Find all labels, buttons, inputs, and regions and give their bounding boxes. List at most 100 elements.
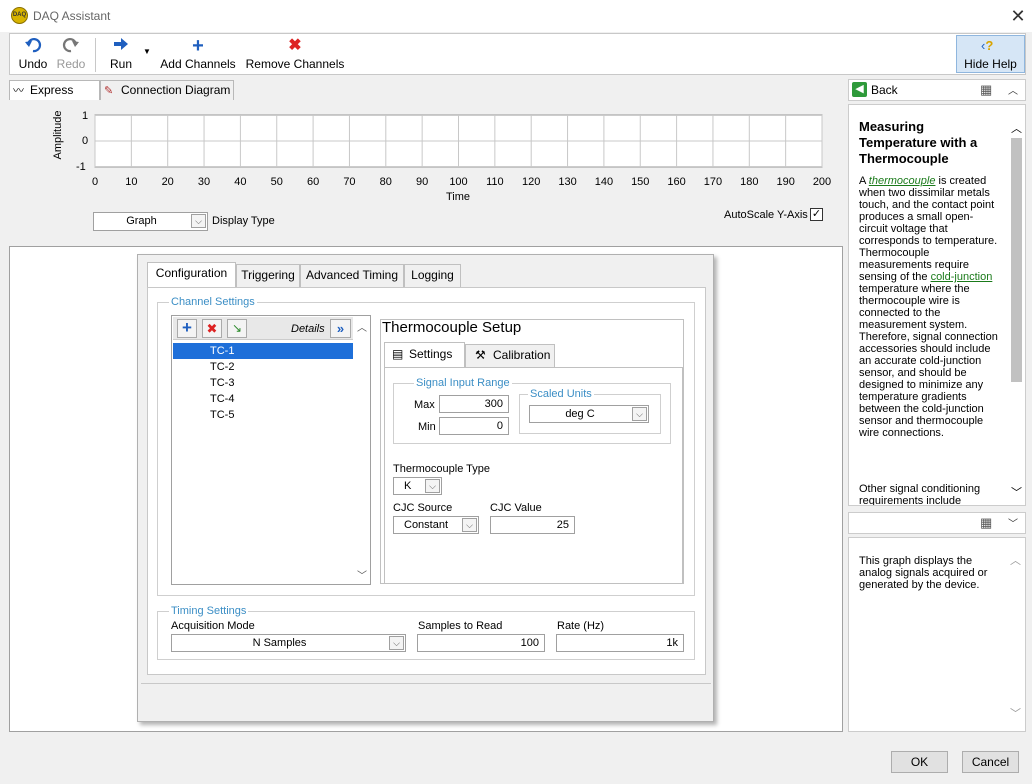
help-paragraph-1: A thermocouple is created when two dissi…	[859, 175, 998, 439]
x-tick-label: 50	[271, 176, 283, 188]
x-tick-label: 140	[595, 176, 613, 188]
undo-button[interactable]: Undo	[16, 37, 50, 71]
scroll-up-icon[interactable]: ︿	[1008, 120, 1025, 136]
y-tick-neg1: -1	[76, 161, 86, 173]
x-tick-label: 120	[522, 176, 540, 188]
ok-button[interactable]: OK	[891, 751, 948, 773]
y-tick-0: 0	[82, 135, 89, 147]
tab-logging[interactable]: Logging	[404, 264, 461, 287]
tab-express-task[interactable]: 〰 Express Task	[9, 80, 100, 115]
channel-item[interactable]: TC-5	[173, 407, 353, 423]
help-icon: ‹?	[981, 38, 994, 53]
chevron-down-icon[interactable]: ⌵	[425, 479, 440, 493]
x-tick-label: 40	[234, 176, 246, 188]
close-icon[interactable]: ✕	[1006, 4, 1030, 28]
help-content: Measuring Temperature with a Thermocoupl…	[848, 104, 1026, 506]
title-bar	[0, 0, 1032, 32]
cjc-source-select[interactable]: Constant ⌵	[393, 516, 479, 534]
channel-item[interactable]: TC-1	[173, 343, 353, 359]
scaled-units-select[interactable]: deg C ⌵	[529, 405, 649, 423]
thermocouple-type-select[interactable]: K ⌵	[393, 477, 442, 495]
channel-item[interactable]: TC-2	[173, 359, 353, 375]
min-input[interactable]: 0	[439, 417, 509, 435]
channel-item[interactable]: TC-3	[173, 375, 353, 391]
toolbar: Undo Redo Run ▼ + Add Channels ✖ Remove …	[9, 33, 1026, 75]
channel-list-scrollbar[interactable]: ︿ ﹀	[354, 317, 370, 584]
x-axis-label: Time	[446, 191, 471, 203]
back-arrow-icon[interactable]: ◀	[852, 82, 867, 97]
x-tick-label: 60	[307, 176, 319, 188]
scroll-down-icon[interactable]: ﹀	[354, 567, 370, 582]
chevron-down-icon[interactable]: ⌵	[389, 636, 404, 650]
samples-to-read-input[interactable]: 100	[417, 634, 545, 652]
scroll-down-icon[interactable]: ﹀	[1008, 484, 1025, 500]
x-tick-label: 160	[667, 176, 685, 188]
x-tick-label: 150	[631, 176, 649, 188]
cjc-value-input[interactable]: 25	[490, 516, 575, 534]
rate-label: Rate (Hz)	[557, 620, 605, 632]
thermocouple-type-label: Thermocouple Type	[393, 463, 491, 475]
cold-junction-link[interactable]: cold-junction	[931, 271, 993, 283]
help-panel: ◀ Back ▦ ︿ Measuring Temperature with a …	[848, 79, 1026, 732]
help-heading: Measuring Temperature with a Thermocoupl…	[859, 119, 978, 166]
tab-triggering[interactable]: Triggering	[236, 264, 300, 287]
run-dropdown-icon[interactable]: ▼	[140, 47, 154, 56]
back-link[interactable]: Back	[871, 83, 898, 97]
scroll-down-icon[interactable]: ﹀	[1010, 705, 1021, 721]
cancel-button[interactable]: Cancel	[962, 751, 1019, 773]
hide-help-button[interactable]: ‹? Hide Help	[956, 35, 1025, 73]
help-header: ◀ Back ▦ ︿	[848, 79, 1026, 101]
window-layout-icon[interactable]: ▦	[980, 515, 992, 531]
run-button[interactable]: Run	[104, 37, 138, 71]
thermocouple-link[interactable]: thermocouple	[869, 175, 936, 187]
acquisition-mode-select[interactable]: N Samples ⌵	[171, 634, 406, 652]
channel-item[interactable]: TC-4	[173, 391, 353, 407]
daq-icon: DAQ	[11, 7, 28, 24]
configuration-page: Channel Settings + ✖ ↘ Details » ︿ ﹀ TC-…	[147, 287, 706, 675]
context-help-content: This graph displays the analog signals a…	[848, 537, 1026, 732]
x-tick-label: 190	[776, 176, 794, 188]
tab-connection-diagram[interactable]: ✎ Connection Diagram	[100, 80, 234, 100]
redo-button[interactable]: Redo	[54, 37, 88, 71]
expand-down-icon[interactable]: ﹀	[1008, 515, 1018, 530]
remove-channel-icon[interactable]: ✖	[202, 319, 222, 338]
scroll-up-icon[interactable]: ︿	[354, 319, 370, 334]
tab-settings[interactable]: ▤ Settings	[384, 342, 465, 367]
max-input[interactable]: 300	[439, 395, 509, 413]
x-tick-label: 70	[343, 176, 355, 188]
x-tick-label: 200	[813, 176, 831, 188]
x-tick-label: 90	[416, 176, 428, 188]
tab-calibration[interactable]: ⚒ Calibration	[465, 344, 555, 367]
max-label: Max	[414, 399, 435, 411]
scroll-thumb[interactable]	[1011, 138, 1022, 382]
tab-configuration[interactable]: Configuration	[147, 262, 236, 287]
x-tick-labels: 0 10 20 30 40 50 60 70 80 90 100 110 120 130 140 150 160…	[92, 176, 831, 188]
run-arrow-icon	[104, 37, 138, 55]
window-title: DAQ Assistant	[33, 9, 111, 23]
graph-panel: 0 10 20 30 40 50 60 70 80 90 100 110 120 130 140 150 160…	[9, 100, 843, 243]
help-scrollbar[interactable]: ︿ ﹀	[1008, 106, 1025, 504]
timing-settings-label: Timing Settings	[169, 605, 249, 617]
tab-advanced-timing[interactable]: Advanced Timing	[300, 264, 404, 287]
sort-channel-icon[interactable]: ↘	[227, 319, 247, 338]
signal-input-range-label: Signal Input Range	[414, 377, 512, 389]
window-layout-icon[interactable]: ▦	[980, 82, 992, 98]
diagram-icon: ✎	[104, 85, 114, 97]
config-panel: Configuration Triggering Advanced Timing…	[137, 254, 714, 722]
add-channels-button[interactable]: + Add Channels	[158, 36, 238, 71]
chevron-down-icon[interactable]: ⌵	[632, 407, 647, 421]
graph-icon: 〰	[13, 85, 24, 97]
scroll-up-icon[interactable]: ︿	[1010, 552, 1021, 568]
add-channel-icon[interactable]: +	[177, 319, 197, 338]
rate-input[interactable]: 1k	[556, 634, 684, 652]
context-help-text: This graph displays the analog signals a…	[859, 555, 988, 591]
display-type-label: Display Type	[212, 215, 275, 227]
remove-channels-button[interactable]: ✖ Remove Channels	[244, 37, 346, 71]
chevron-down-icon[interactable]: ⌵	[462, 518, 477, 532]
chevron-down-icon[interactable]: ⌵	[191, 214, 206, 228]
settings-icon: ▤	[392, 347, 404, 361]
expand-details-icon[interactable]: »	[330, 319, 351, 338]
collapse-up-icon[interactable]: ︿	[1008, 82, 1018, 97]
display-type-select[interactable]: Graph ⌵	[93, 212, 208, 231]
autoscale-checkbox[interactable]: ✓	[810, 208, 823, 221]
